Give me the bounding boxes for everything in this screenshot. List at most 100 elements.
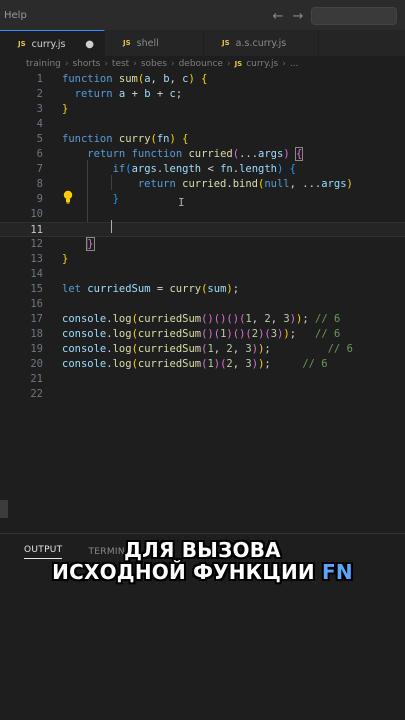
- code-text: return curried.bind(null, ...args): [137, 178, 353, 190]
- line-number: 6: [36, 148, 43, 160]
- line-number: 12: [30, 238, 43, 250]
- breadcrumb-item[interactable]: curry.js: [246, 59, 278, 69]
- line-number: 22: [30, 388, 43, 400]
- code-line: 6 return function curried(...args) {: [0, 147, 405, 162]
- code-line: 1 function sum(a, b, c) {: [0, 72, 405, 87]
- chevron-right-icon: ›: [133, 59, 137, 69]
- code-line: 3}: [0, 102, 405, 117]
- line-number: 1: [36, 73, 43, 85]
- code-line: 15 let curriedSum = curry(sum);: [0, 282, 405, 297]
- code-line: 13}: [0, 252, 405, 267]
- line-number: 18: [30, 328, 43, 340]
- code-line: 21: [0, 372, 405, 387]
- tab-shell[interactable]: JS shell: [105, 30, 204, 56]
- code-text: function curry(fn) {: [62, 133, 189, 145]
- line-number: 4: [36, 118, 43, 130]
- mouse-ibeam-icon: I: [178, 196, 185, 209]
- text-cursor: [111, 220, 112, 233]
- line-number: 16: [30, 298, 43, 310]
- line-number: 9: [36, 193, 43, 205]
- code-line: 20 console.log(curriedSum(1)(2, 3)); // 6: [0, 357, 405, 372]
- code-line: 5 function curry(fn) {: [0, 132, 405, 147]
- chevron-right-icon: ›: [170, 59, 175, 69]
- caption-highlight: FN: [322, 560, 353, 584]
- line-number: 21: [30, 373, 43, 385]
- back-arrow-icon[interactable]: ←: [271, 9, 285, 24]
- code-editor[interactable]: 1 function sum(a, b, c) { 2 return a + b …: [0, 72, 405, 512]
- code-line: 10: [0, 207, 405, 222]
- code-line: 4: [0, 117, 405, 132]
- command-center-search[interactable]: [311, 7, 397, 25]
- code-line: 7 if(args.length < fn.length) {: [0, 162, 405, 177]
- line-number: 11: [30, 224, 43, 236]
- code-text: }: [86, 237, 95, 251]
- code-line: 19 console.log(curriedSum(1, 2, 3)); // 6: [0, 342, 405, 357]
- tab-label: shell: [136, 37, 159, 49]
- tab-label: a.s.curry.js: [235, 37, 287, 49]
- video-caption-line-2: ИСХОДНОЙ ФУНКЦИИ FN: [0, 560, 405, 584]
- code-text: console.log(curriedSum()(1)()(2)(3)); //…: [62, 328, 341, 340]
- line-number: 15: [30, 283, 43, 295]
- code-line: 16: [0, 297, 405, 312]
- chevron-right-icon: ›: [226, 59, 231, 69]
- tab-label: curry.js: [31, 38, 66, 50]
- menu-help[interactable]: Help: [4, 10, 27, 21]
- chevron-right-icon: ›: [64, 59, 69, 69]
- line-number: 7: [36, 163, 43, 175]
- breadcrumb-item[interactable]: ...: [290, 59, 299, 69]
- caption-text: ИСХОДНОЙ ФУНКЦИИ: [52, 560, 315, 584]
- line-number: 17: [30, 313, 43, 325]
- video-caption-line-1: ДЛЯ ВЫЗОВА: [124, 538, 281, 562]
- line-number: 5: [36, 133, 43, 145]
- editor-tab-bar: JS curry.js ● JS shell JS a.s.curry.js: [0, 30, 405, 57]
- nav-controls: ← →: [271, 7, 397, 25]
- code-text: console.log(curriedSum(1, 2, 3)); // 6: [62, 343, 353, 355]
- breadcrumb-item[interactable]: test: [112, 59, 129, 69]
- code-line: 17 console.log(curriedSum()()()(1, 2, 3))…: [0, 312, 405, 327]
- code-text: console.log(curriedSum(1)(2, 3)); // 6: [62, 358, 328, 370]
- forward-arrow-icon[interactable]: →: [291, 9, 305, 24]
- code-line: 9 }: [0, 192, 405, 207]
- line-number: 20: [30, 358, 43, 370]
- line-number: 2: [36, 88, 43, 100]
- js-file-icon: JS: [222, 39, 230, 47]
- tab-curry-js[interactable]: JS curry.js ●: [0, 30, 105, 57]
- line-number: 8: [36, 178, 43, 190]
- line-number: 14: [30, 268, 43, 280]
- lightbulb-icon[interactable]: [63, 190, 73, 204]
- breadcrumb-item[interactable]: shorts: [72, 59, 100, 69]
- line-number: 3: [36, 103, 43, 115]
- code-text: let curriedSum = curry(sum);: [62, 283, 240, 295]
- code-line: 2 return a + b + c;: [0, 87, 405, 102]
- breadcrumb: training › shorts › test › sobes › debou…: [0, 56, 405, 72]
- line-number: 19: [30, 343, 43, 355]
- breadcrumb-item[interactable]: sobes: [141, 59, 167, 69]
- code-line: 14: [0, 267, 405, 282]
- code-text: return a + b + c;: [74, 88, 183, 100]
- js-file-icon: JS: [18, 40, 26, 48]
- code-text: return function curried(...args) {: [87, 147, 304, 161]
- code-text: console.log(curriedSum()()()(1, 2, 3)); …: [62, 313, 341, 325]
- breadcrumb-item[interactable]: training: [26, 59, 61, 69]
- title-bar: Help ← →: [0, 0, 405, 30]
- activity-bar-marker: [0, 500, 8, 518]
- code-text: }: [62, 103, 69, 115]
- code-line: 8 return curried.bind(null, ...args): [0, 177, 405, 192]
- code-text: function sum(a, b, c) {: [62, 73, 208, 85]
- tab-a-s-curry-js[interactable]: JS a.s.curry.js: [204, 30, 319, 56]
- panel-divider: [0, 533, 405, 534]
- chevron-right-icon: ›: [104, 59, 108, 69]
- breadcrumb-item[interactable]: debounce: [179, 59, 223, 69]
- code-text: }: [62, 253, 69, 265]
- chevron-right-icon: ›: [282, 59, 286, 69]
- js-file-icon: JS: [123, 39, 131, 47]
- code-line: 12 }: [0, 237, 405, 252]
- line-number: 13: [30, 253, 43, 265]
- code-line: 22: [0, 387, 405, 402]
- line-number: 10: [30, 208, 43, 220]
- code-line-current: 11: [0, 222, 405, 237]
- unsaved-dot-icon[interactable]: ●: [85, 39, 94, 50]
- code-text: if(args.length < fn.length) {: [112, 163, 296, 175]
- js-file-icon: JS: [234, 60, 243, 68]
- code-line: 18 console.log(curriedSum()(1)()(2)(3)); …: [0, 327, 405, 342]
